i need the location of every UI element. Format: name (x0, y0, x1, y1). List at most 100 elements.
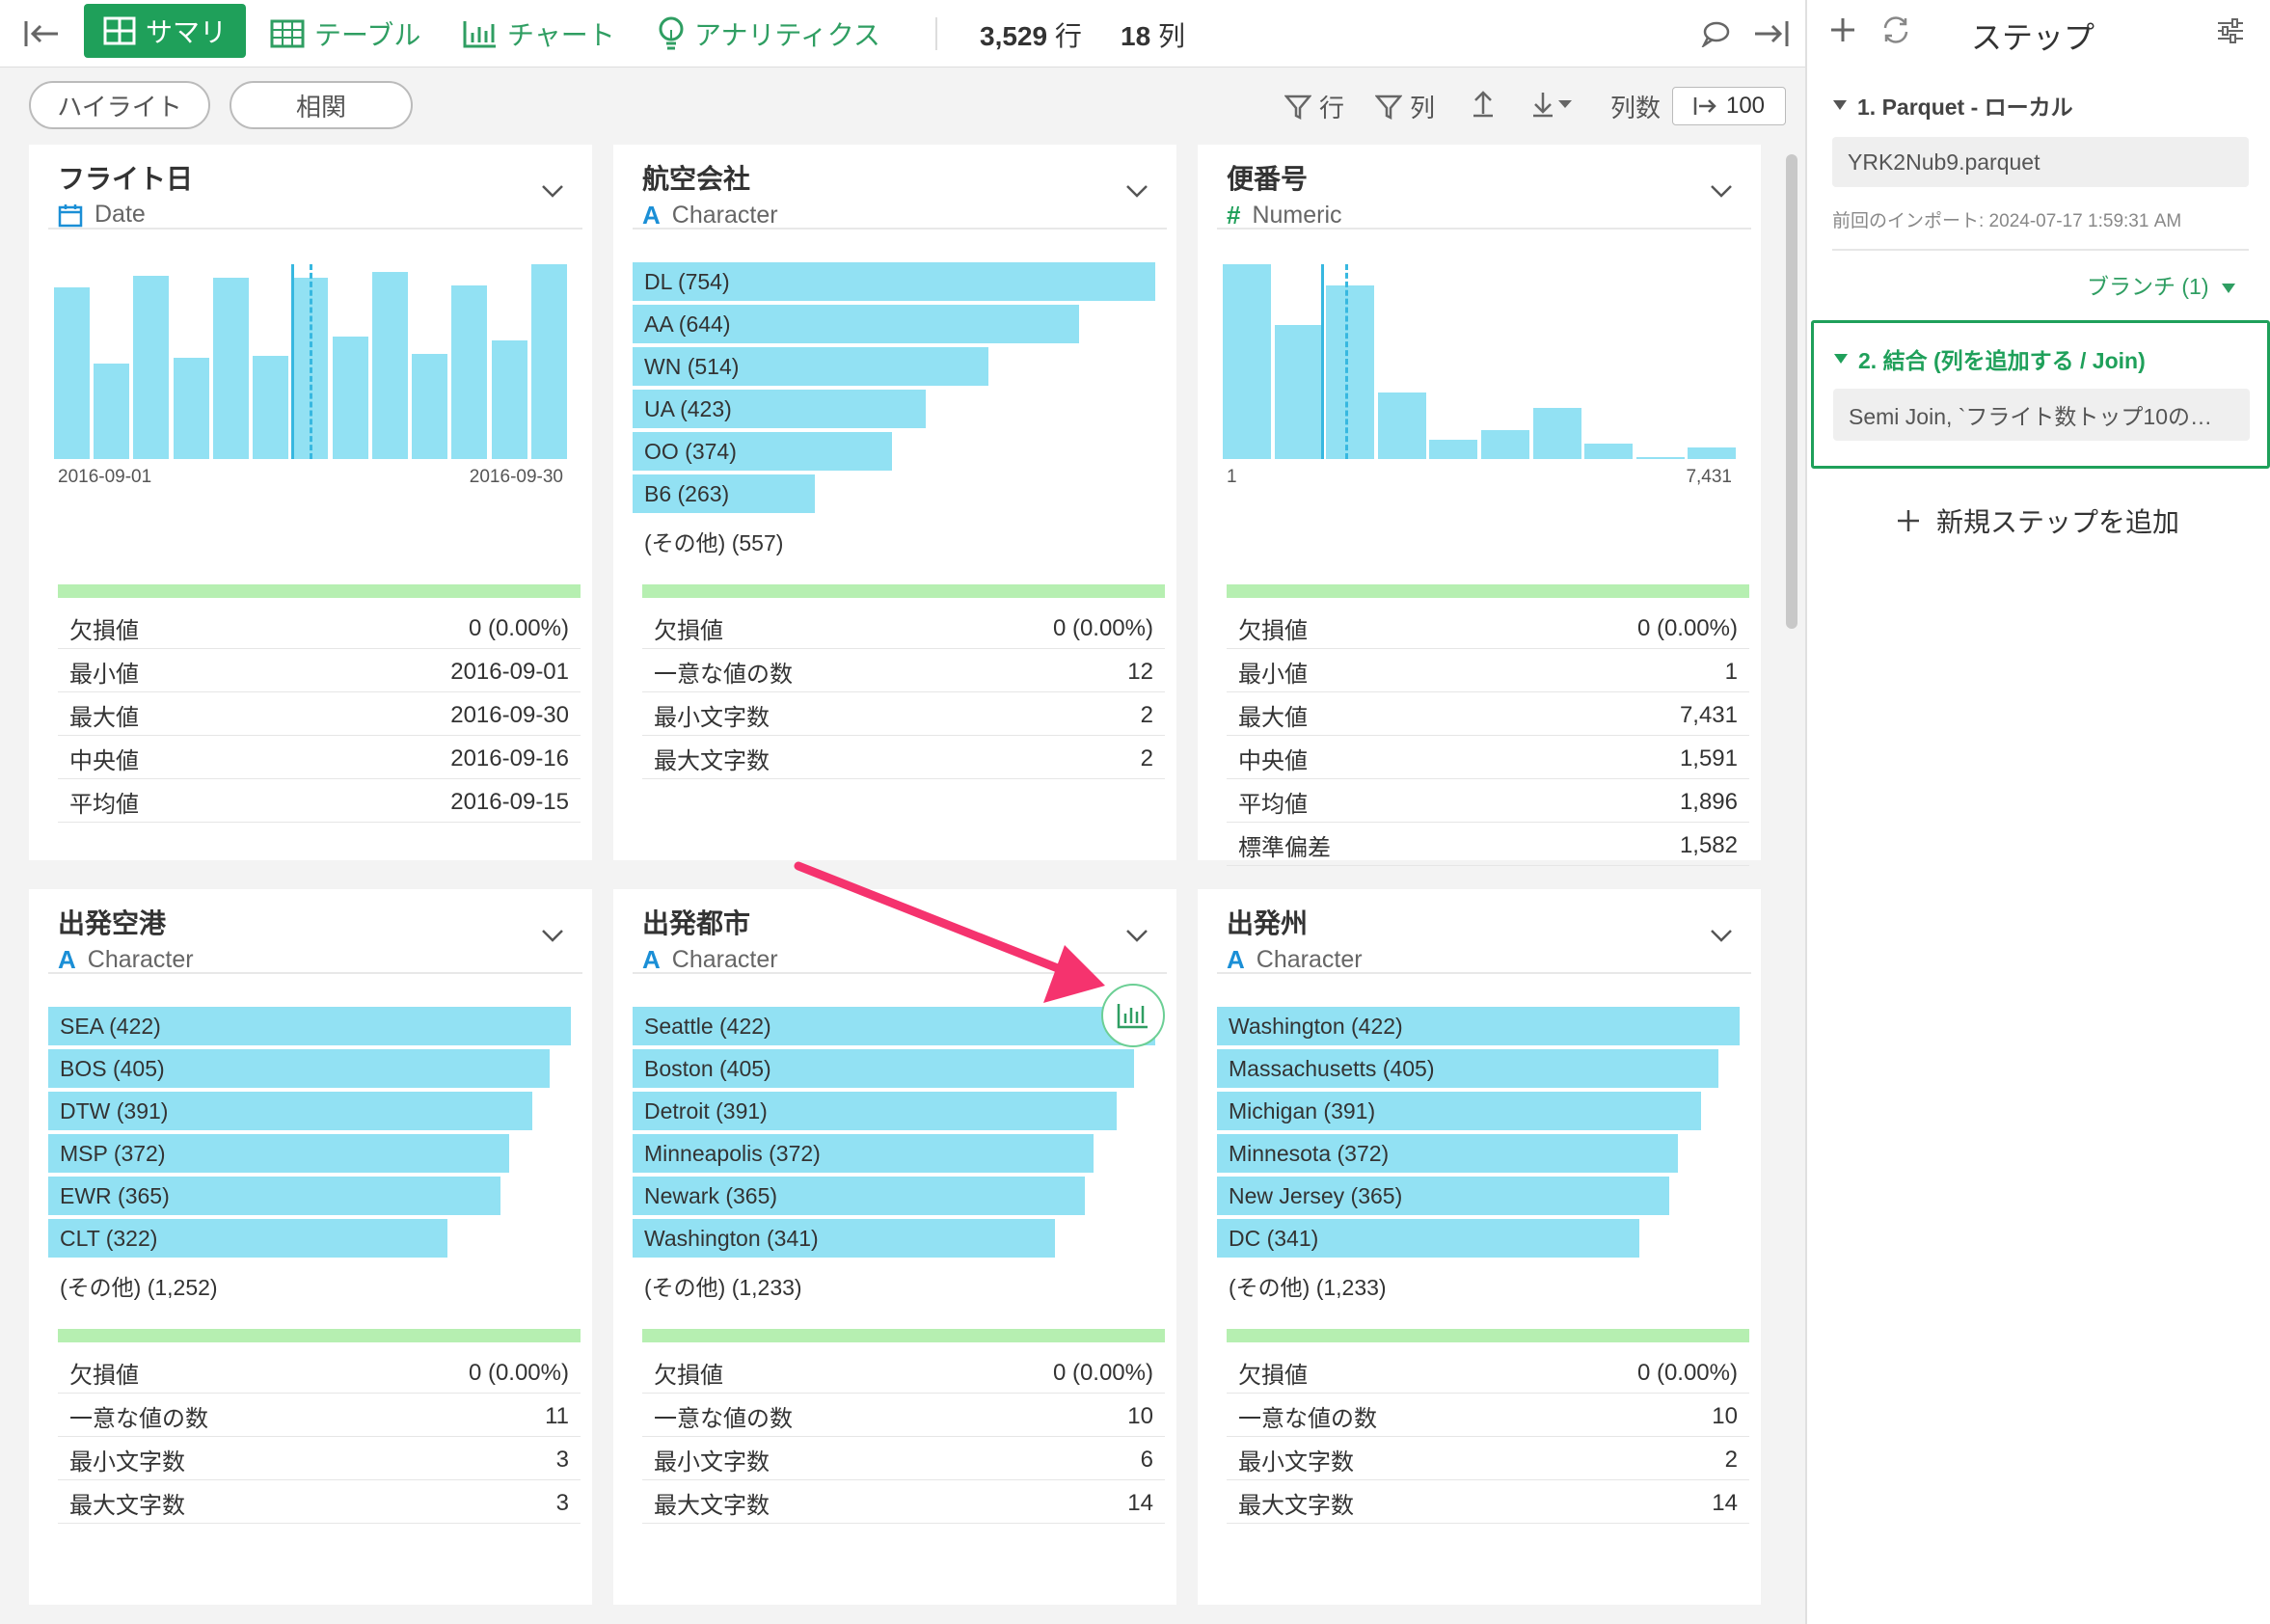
chevron-down-icon[interactable] (1124, 183, 1149, 203)
column-type: A Character (642, 945, 778, 975)
column-chart: DL (754) AA (644) WN (514) UA (423) OO (374)… (633, 247, 1155, 555)
collapse-left-icon[interactable] (23, 0, 69, 68)
add-icon[interactable] (1828, 15, 1857, 49)
card-header: 出発都市 A Character (642, 903, 778, 975)
stat-label: 最大文字数 (69, 1493, 185, 1519)
category-bar[interactable]: Seattle (422) (633, 1007, 1155, 1045)
category-bar[interactable]: BOS (405) (48, 1049, 550, 1088)
histogram-bar[interactable] (174, 358, 209, 459)
character-icon: A (642, 945, 661, 974)
chart-view-button[interactable] (1101, 984, 1165, 1047)
histogram-bar[interactable] (1326, 285, 1374, 459)
join-detail[interactable]: Semi Join, `フライト数トップ10の… (1833, 389, 2250, 441)
row-filter-button[interactable]: 行 (1284, 89, 1344, 124)
other-categories[interactable]: (その他) (1,252) (60, 1269, 218, 1302)
category-bar[interactable]: WN (514) (633, 347, 988, 386)
histogram-bar[interactable] (1533, 408, 1581, 459)
comment-icon[interactable] (1701, 0, 1740, 68)
caret-down-icon (2221, 284, 2235, 293)
histogram-bar[interactable] (94, 364, 129, 459)
tab-chart[interactable]: チャート (463, 0, 615, 68)
row-filter-label: 行 (1319, 94, 1345, 122)
branch-dropdown[interactable]: ブランチ (1) (2087, 268, 2236, 301)
chevron-down-icon[interactable] (540, 183, 565, 203)
correlation-button[interactable]: 相関 (230, 81, 413, 129)
histogram-bar[interactable] (54, 287, 90, 459)
stat-label: 標準偏差 (1238, 835, 1331, 861)
category-bar[interactable]: DC (341) (1217, 1219, 1639, 1258)
histogram-bar[interactable] (253, 356, 288, 459)
category-bar[interactable]: Boston (405) (633, 1049, 1134, 1088)
chevron-down-icon[interactable] (1124, 928, 1149, 948)
sort-descending-dropdown[interactable] (1531, 89, 1581, 118)
histogram-bar[interactable] (1688, 447, 1736, 459)
source-file[interactable]: YRK2Nub9.parquet (1832, 137, 2249, 187)
category-bar[interactable]: New Jersey (365) (1217, 1177, 1669, 1215)
category-bar[interactable]: CLT (322) (48, 1219, 447, 1258)
sort-ascending-icon[interactable] (1472, 89, 1502, 118)
histogram-bar[interactable] (1223, 264, 1271, 459)
chevron-down-icon[interactable] (540, 928, 565, 948)
step-2-header[interactable]: 2. 結合 (列を追加する / Join) (1833, 342, 2146, 375)
category-bar[interactable]: Washington (341) (633, 1219, 1055, 1258)
category-bar[interactable]: UA (423) (633, 390, 926, 428)
column-filter-button[interactable]: 列 (1375, 89, 1435, 124)
histogram-bar[interactable] (412, 354, 447, 459)
category-bar[interactable]: Detroit (391) (633, 1092, 1117, 1130)
settings-sliders-icon[interactable] (2216, 17, 2245, 49)
stat-value: 10 (1127, 1403, 1153, 1429)
stat-value: 14 (1712, 1490, 1738, 1516)
histogram-bar[interactable] (1584, 444, 1633, 459)
tab-summary[interactable]: サマリ (84, 4, 246, 58)
highlight-button[interactable]: ハイライト (29, 81, 210, 129)
category-bar[interactable]: SEA (422) (48, 1007, 571, 1045)
histogram-bar[interactable] (492, 340, 527, 459)
histogram-bar[interactable] (1429, 440, 1477, 459)
other-categories[interactable]: (その他) (1,233) (1229, 1269, 1387, 1302)
histogram-bar[interactable] (1275, 325, 1323, 459)
histogram-bar[interactable] (1378, 392, 1426, 459)
category-bar[interactable]: DTW (391) (48, 1092, 532, 1130)
category-bar[interactable]: MSP (372) (48, 1134, 509, 1173)
other-categories[interactable]: (その他) (1,233) (644, 1269, 802, 1302)
column-count-input[interactable]: 100 (1672, 87, 1786, 125)
category-bar[interactable]: EWR (365) (48, 1177, 500, 1215)
category-bar[interactable]: Washington (422) (1217, 1007, 1740, 1045)
histogram-bar[interactable] (531, 264, 567, 459)
collapse-right-icon[interactable] (1753, 0, 1799, 68)
histogram-bar[interactable] (451, 285, 487, 459)
histogram-bar[interactable] (333, 337, 368, 459)
refresh-icon[interactable] (1880, 15, 1911, 49)
category-bar[interactable]: Michigan (391) (1217, 1092, 1701, 1130)
category-bar[interactable]: B6 (263) (633, 474, 815, 513)
column-type-label: Character (671, 946, 778, 973)
column-chart: SEA (422) BOS (405) DTW (391) MSP (372) EWR … (48, 991, 571, 1300)
card-header: 航空会社 A Character (642, 158, 778, 230)
top-toolbar: サマリ テーブル チャート アナリティクス 3,529 行 18 列 (0, 0, 1805, 68)
category-bar[interactable]: AA (644) (633, 305, 1079, 343)
histogram-bar[interactable] (372, 272, 408, 459)
chevron-down-icon[interactable] (1709, 928, 1734, 948)
histogram-bar[interactable] (213, 278, 249, 459)
scrollbar[interactable] (1786, 154, 1797, 629)
histogram-bar[interactable] (1481, 430, 1529, 459)
other-categories[interactable]: (その他) (557) (644, 525, 783, 557)
category-bar[interactable]: OO (374) (633, 432, 892, 471)
histogram-bar[interactable] (133, 276, 169, 459)
category-bar[interactable]: DL (754) (633, 262, 1155, 301)
step-2-join[interactable]: 2. 結合 (列を追加する / Join) Semi Join, `フライト数ト… (1811, 320, 2270, 469)
category-bar[interactable]: Minneapolis (372) (633, 1134, 1094, 1173)
axis-max-label: 7,431 (1686, 467, 1732, 487)
stat-value: 11 (545, 1403, 569, 1429)
add-step-button[interactable]: 新規ステップを追加 (1896, 501, 2179, 540)
category-bar[interactable]: Minnesota (372) (1217, 1134, 1678, 1173)
tab-analytics[interactable]: アナリティクス (658, 0, 880, 68)
sort-descending-icon (1533, 93, 1572, 118)
step-1-header[interactable]: 1. Parquet - ローカル (1832, 89, 2073, 122)
tab-table[interactable]: テーブル (270, 0, 420, 68)
histogram-bar[interactable] (1636, 457, 1685, 459)
chevron-down-icon[interactable] (1709, 183, 1734, 203)
category-bar[interactable]: Massachusetts (405) (1217, 1049, 1718, 1088)
category-bar[interactable]: Newark (365) (633, 1177, 1085, 1215)
table-icon (270, 19, 305, 48)
